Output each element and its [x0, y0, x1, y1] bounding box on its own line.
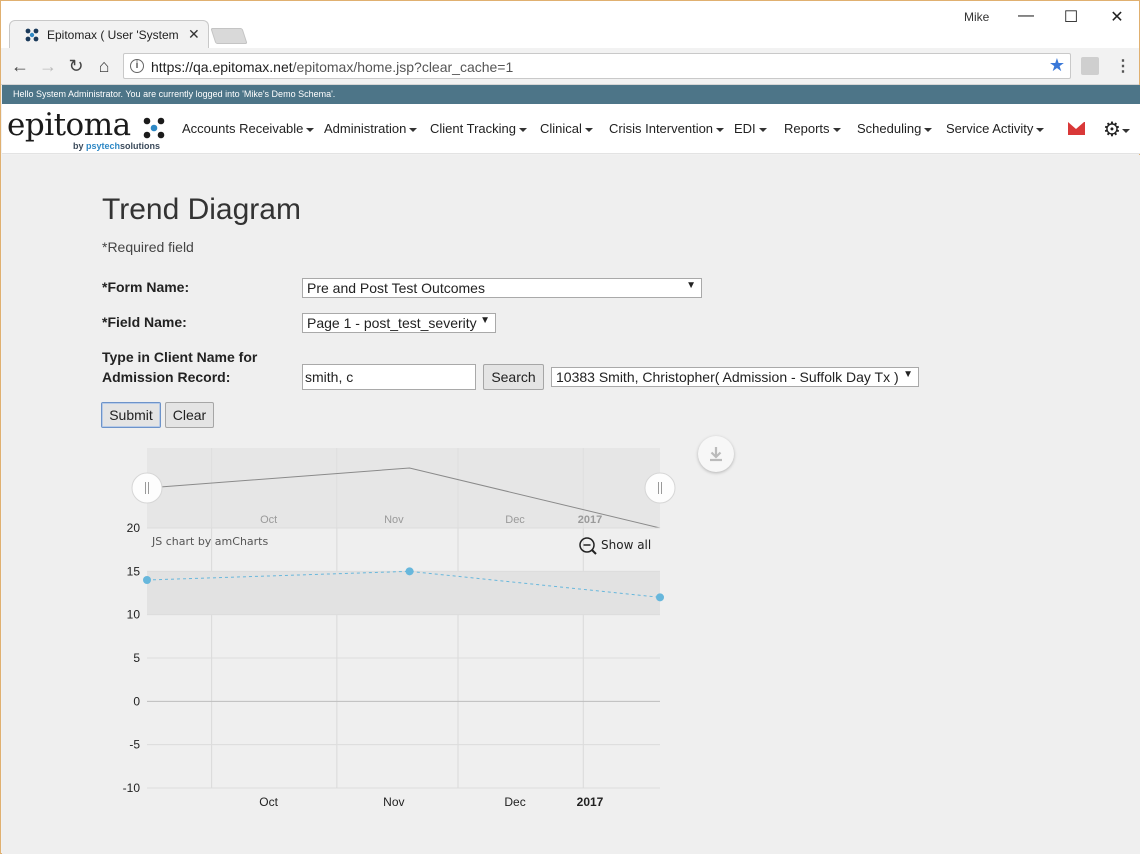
main-content: Trend Diagram *Required field *Form Name… — [2, 155, 1140, 854]
browser-toolbar: ← → ↻ ⌂ i https://qa.epitomax.net/epitom… — [1, 48, 1139, 85]
menu-accounts-receivable[interactable]: Accounts Receivable — [182, 121, 314, 136]
mail-icon[interactable] — [1068, 122, 1085, 135]
browser-window: Epitomax ( User 'System ✕ Mike — ☐ ✕ ← →… — [0, 0, 1140, 854]
menu-service-activity[interactable]: Service Activity — [946, 121, 1044, 136]
menu-edi[interactable]: EDI — [734, 121, 767, 136]
show-all-label: Show all — [601, 538, 651, 552]
site-info-icon[interactable]: i — [130, 59, 144, 73]
home-icon[interactable]: ⌂ — [94, 56, 114, 76]
trend-chart: Oct Nov Dec 2017 20 15 10 5 0 -5 -10 Oct Nov Dec 2017… — [123, 448, 676, 809]
logo-byline: by psytechsolutions — [73, 141, 161, 151]
tab-close-icon[interactable]: ✕ — [188, 26, 200, 43]
menu-crisis-intervention[interactable]: Crisis Intervention — [609, 121, 724, 136]
y-tick-label: 10 — [127, 608, 141, 622]
y-tick-label: 5 — [133, 651, 140, 665]
reload-icon[interactable]: ↻ — [66, 56, 86, 76]
browser-menu-icon[interactable]: ⋮ — [1115, 56, 1131, 76]
x-tick-label: Dec — [504, 795, 525, 809]
show-all-button[interactable]: Show all — [579, 537, 651, 555]
x-tick-label: Nov — [383, 795, 404, 809]
logo-x-icon — [143, 117, 165, 139]
app-nav: epitoma by psytechsolutions Accounts Rec… — [2, 104, 1140, 154]
y-tick-label: 20 — [127, 521, 141, 535]
menu-scheduling[interactable]: Scheduling — [857, 121, 932, 136]
extension-icon[interactable] — [1081, 57, 1099, 75]
maximize-icon[interactable]: ☐ — [1061, 7, 1081, 27]
menu-administration[interactable]: Administration — [324, 121, 417, 136]
amcharts-credit[interactable]: JS chart by amCharts — [151, 535, 268, 548]
scrollbar-tick-label: Dec — [505, 514, 525, 526]
data-point[interactable] — [143, 576, 151, 584]
menu-reports[interactable]: Reports — [784, 121, 841, 136]
scrollbar-tick-label: 2017 — [578, 514, 602, 526]
back-arrow-icon[interactable]: ← — [10, 56, 30, 76]
data-point[interactable] — [656, 593, 664, 602]
new-tab-button[interactable] — [210, 28, 248, 44]
y-tick-label: -10 — [123, 781, 141, 795]
x-tick-label: 2017 — [577, 795, 604, 809]
title-bar: Epitomax ( User 'System ✕ Mike — ☐ ✕ — [1, 1, 1139, 49]
scrollbar-right-handle[interactable] — [644, 472, 676, 504]
guide-band — [147, 571, 660, 615]
scrollbar-left-handle[interactable] — [131, 472, 163, 504]
url-text[interactable]: https://qa.epitomax.net/epitomax/home.js… — [151, 59, 513, 75]
x-tick-label: Oct — [259, 795, 278, 809]
select-arrow-icon: ▼ — [903, 369, 913, 380]
scrollbar-tick-label: Nov — [384, 514, 404, 526]
download-icon — [710, 447, 722, 462]
greeting-bar: Hello System Administrator. You are curr… — [2, 85, 1140, 104]
menu-client-tracking[interactable]: Client Tracking — [430, 121, 527, 136]
gear-icon[interactable]: ⚙ — [1103, 117, 1130, 142]
y-tick-label: -5 — [129, 738, 140, 752]
zoom-out-handle — [591, 549, 597, 555]
epitomax-logo[interactable]: epitoma by psytechsolutions — [7, 107, 165, 151]
data-point[interactable] — [405, 567, 414, 576]
browser-tab[interactable]: Epitomax ( User 'System ✕ — [9, 20, 209, 49]
epitomax-favicon-icon — [25, 28, 39, 42]
window-close-icon[interactable]: ✕ — [1107, 7, 1127, 27]
logo-word: epitoma — [7, 107, 131, 143]
browser-profile-name[interactable]: Mike — [964, 10, 989, 24]
scrollbar-tick-label: Oct — [260, 514, 277, 526]
menu-clinical[interactable]: Clinical — [540, 121, 593, 136]
y-tick-label: 0 — [133, 694, 140, 708]
minimize-icon[interactable]: — — [1016, 7, 1036, 25]
forward-arrow-icon[interactable]: → — [38, 56, 58, 76]
chart-export-button[interactable] — [698, 436, 734, 472]
y-tick-label: 15 — [127, 564, 141, 578]
bookmark-star-icon[interactable]: ★ — [1049, 55, 1065, 76]
address-bar[interactable]: i https://qa.epitomax.net/epitomax/home.… — [123, 53, 1071, 79]
chart-scrollbar[interactable]: Oct Nov Dec 2017 — [131, 448, 676, 529]
tab-title: Epitomax ( User 'System — [47, 28, 179, 42]
chart-plot-area: 20 15 10 5 0 -5 -10 Oct Nov Dec 2017 JS chart by am… — [123, 521, 664, 809]
